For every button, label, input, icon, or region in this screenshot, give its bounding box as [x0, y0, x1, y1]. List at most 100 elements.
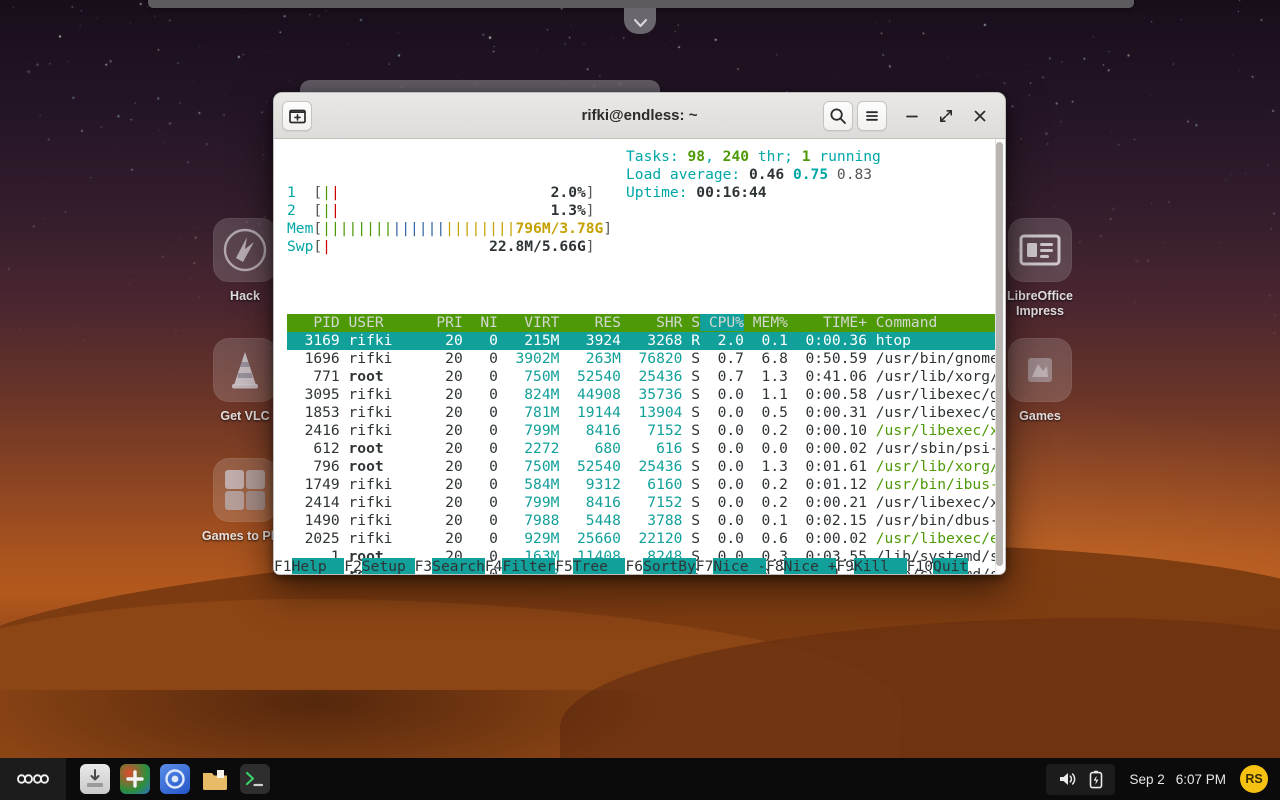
cell-command: /usr/sbin/psi-m — [866, 440, 1005, 457]
taskbar-right[interactable]: Sep 2 6:07 PM RS — [1046, 763, 1280, 795]
fkey-label[interactable]: SortBy — [643, 558, 696, 574]
htop-function-key-bar[interactable]: F1Help F2Setup F3SearchF4FilterF5Tree F6… — [274, 558, 997, 574]
process-row[interactable]: 1749 rifki 20 0 584M 9312 6160 S 0.0 0.2… — [287, 476, 1005, 494]
fkey-number[interactable]: F4 — [485, 558, 503, 574]
terminal-content[interactable]: 1 [|| 2.0%] 2 [|| 1.3%] Mem[||||||||||||||… — [274, 139, 1005, 574]
hack-glyph — [223, 228, 267, 272]
cell-pid: 612 — [287, 440, 340, 457]
files-folder-icon[interactable] — [200, 764, 230, 794]
app-center-icon[interactable] — [80, 764, 110, 794]
process-table-header[interactable]: PID USER PRI NI VIRT RES SHR S CPU% MEM%… — [287, 314, 1005, 332]
fkey-number[interactable]: F7 — [696, 558, 714, 574]
column-header-res[interactable]: RES — [559, 314, 621, 331]
column-header-ni[interactable]: NI — [463, 314, 498, 331]
htop-process-table[interactable]: PID USER PRI NI VIRT RES SHR S CPU% MEM%… — [287, 314, 1005, 574]
fkey-number[interactable]: F10 — [907, 558, 933, 574]
cell-mem: 0.2 — [743, 476, 788, 493]
column-header-shr[interactable]: SHR — [621, 314, 682, 331]
taskbar[interactable]: Sep 2 6:07 PM RS — [0, 758, 1280, 800]
column-header-pid[interactable]: PID — [287, 314, 339, 331]
column-header-cpu[interactable]: CPU% — [700, 314, 744, 331]
cell-res: 9312 — [559, 476, 621, 493]
fkey-label[interactable]: Nice - — [713, 558, 767, 574]
cell-time: 0:02.15 — [787, 512, 867, 529]
fkey-number[interactable]: F3 — [415, 558, 433, 574]
taskbar-icons[interactable] — [80, 764, 270, 794]
process-row[interactable]: 612 root 20 0 2272 680 616 S 0.0 0.0 0:0… — [287, 440, 1005, 458]
column-header-command[interactable]: Command — [867, 314, 1005, 331]
search-button[interactable] — [823, 100, 853, 131]
cell-mem: 0.1 — [743, 512, 788, 529]
process-row[interactable]: 1490 rifki 20 0 7988 5448 3788 S 0.0 0.1… — [287, 512, 1005, 530]
load-average-line: Load average: 0.46 0.75 0.83 — [626, 166, 873, 183]
process-row[interactable]: 2416 rifki 20 0 799M 8416 7152 S 0.0 0.2… — [287, 422, 1005, 440]
process-row[interactable]: 1696 rifki 20 0 3902M 263M 76820 S 0.7 6… — [287, 350, 1005, 368]
column-header-time[interactable]: TIME+ — [788, 314, 867, 331]
menu-button[interactable] — [857, 100, 887, 131]
fkey-label[interactable]: Kill — [853, 558, 907, 574]
fkey-label[interactable]: Nice + — [783, 558, 837, 574]
cell-ni: 0 — [462, 368, 498, 385]
cell-user: rifki — [339, 476, 428, 493]
battery-charging-icon[interactable] — [1089, 770, 1103, 789]
fkey-label[interactable]: Help — [291, 558, 345, 574]
cell-state: S — [682, 368, 701, 385]
htop-stats: Tasks: 98, 240 thr; 1 running Load avera… — [626, 148, 881, 202]
fkey-label[interactable]: Quit — [933, 558, 969, 574]
fkey-number[interactable]: F2 — [344, 558, 362, 574]
column-header-pri[interactable]: PRI — [428, 314, 462, 331]
chromium-browser-icon[interactable] — [160, 764, 190, 794]
column-header-mem[interactable]: MEM% — [744, 314, 788, 331]
clock[interactable]: Sep 2 6:07 PM — [1129, 772, 1226, 787]
cell-pri: 20 — [427, 458, 463, 475]
cell-time: 0:00.36 — [787, 332, 867, 349]
cell-user: rifki — [339, 386, 428, 403]
process-row[interactable]: 2414 rifki 20 0 799M 8416 7152 S 0.0 0.2… — [287, 494, 1005, 512]
minimize-button[interactable] — [897, 101, 927, 131]
process-row[interactable]: 3095 rifki 20 0 824M 44908 35736 S 0.0 1… — [287, 386, 1005, 404]
column-header-state[interactable]: S — [682, 314, 700, 331]
hack-game-glyph — [126, 770, 144, 788]
fkey-label[interactable]: Search — [432, 558, 485, 574]
fkey-label[interactable]: Setup — [361, 558, 415, 574]
process-row[interactable]: 3169 rifki 20 0 215M 3924 3268 R 2.0 0.1… — [287, 332, 1005, 350]
fkey-number[interactable]: F9 — [836, 558, 854, 574]
terminal-scrollbar[interactable] — [995, 139, 1005, 574]
window-titlebar[interactable]: rifki@endless: ~ — [274, 93, 1005, 139]
maximize-button[interactable] — [931, 101, 961, 131]
memory-meter: Mem[||||||||||||||||||||||796M/3.78G] — [287, 220, 613, 237]
fkey-number[interactable]: F5 — [555, 558, 573, 574]
terminal-icon[interactable] — [240, 764, 270, 794]
scrollbar-thumb[interactable] — [996, 142, 1003, 566]
htop-app[interactable]: 1 [|| 2.0%] 2 [|| 1.3%] Mem[||||||||||||||… — [274, 139, 1005, 574]
process-row[interactable]: 771 root 20 0 750M 52540 25436 S 0.7 1.3… — [287, 368, 1005, 386]
column-header-user[interactable]: USER — [340, 314, 428, 331]
process-row[interactable]: 796 root 20 0 750M 52540 25436 S 0.0 1.3… — [287, 458, 1005, 476]
fkey-label[interactable]: Tree — [572, 558, 626, 574]
fkey-label[interactable]: Filter — [502, 558, 556, 574]
fkey-number[interactable]: F1 — [274, 558, 292, 574]
fkey-number[interactable]: F8 — [766, 558, 784, 574]
new-tab-button[interactable] — [282, 100, 312, 131]
process-row[interactable]: 2025 rifki 20 0 929M 25660 22120 S 0.0 0… — [287, 530, 1005, 548]
terminal-window[interactable]: rifki@endless: ~ 1 [|| 2.0%] 2 [|| 1.3%]… — [273, 92, 1006, 575]
apps-button[interactable] — [0, 758, 66, 800]
avatar[interactable]: RS — [1240, 765, 1268, 793]
process-row[interactable]: 1853 rifki 20 0 781M 19144 13904 S 0.0 0… — [287, 404, 1005, 422]
desktop-icon-label: Hack — [230, 289, 260, 303]
hack-game-icon[interactable] — [120, 764, 150, 794]
column-header-virt[interactable]: VIRT — [498, 314, 559, 331]
cell-virt: 929M — [497, 530, 560, 547]
system-tray[interactable] — [1046, 763, 1116, 795]
cell-mem: 0.6 — [743, 530, 788, 547]
volume-icon[interactable] — [1058, 770, 1077, 788]
cell-ni: 0 — [462, 386, 498, 403]
cell-time: 0:50.59 — [787, 350, 867, 367]
drawer-handle[interactable] — [624, 8, 656, 34]
cell-time: 0:00.31 — [787, 404, 867, 421]
cell-pid: 2414 — [287, 494, 340, 511]
cell-command: /usr/libexec/ev — [866, 530, 1005, 547]
maximize-icon — [940, 109, 952, 122]
close-button[interactable] — [965, 101, 995, 131]
fkey-number[interactable]: F6 — [625, 558, 643, 574]
